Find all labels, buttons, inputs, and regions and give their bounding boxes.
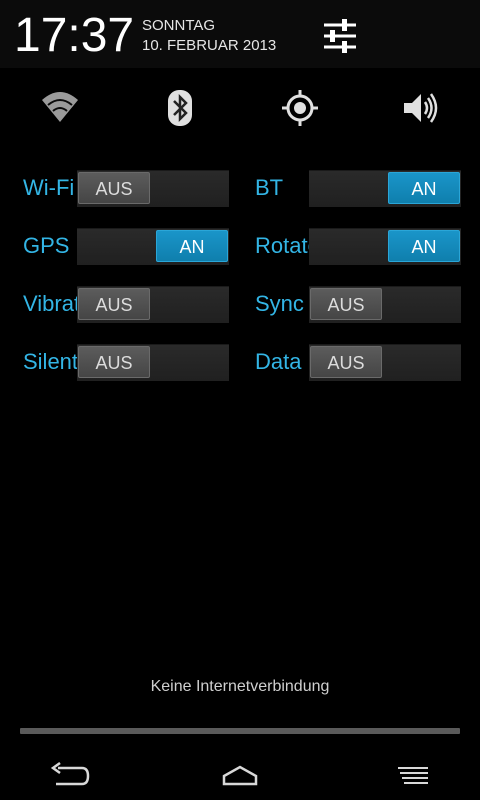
home-button[interactable]: [210, 756, 270, 792]
volume-icon: [404, 93, 438, 123]
gps-quick-button[interactable]: [276, 84, 324, 132]
settings-button[interactable]: [318, 16, 362, 56]
gps-label: GPS: [23, 233, 70, 258]
toggle-row-data: Data AUS: [240, 344, 480, 381]
bluetooth-icon: [168, 90, 192, 126]
toggle-row-rotate: Rotate AN: [240, 228, 480, 265]
bt-switch-thumb: AN: [388, 172, 460, 204]
date-block: SONNTAG 10. FEBRUAR 2013: [142, 16, 276, 56]
toggle-row-wifi: Wi-Fi AUS: [0, 170, 240, 207]
toggle-row-gps: GPS AN: [0, 228, 240, 265]
back-button[interactable]: [38, 756, 98, 792]
wifi-label: Wi-Fi: [23, 175, 75, 200]
quick-icons-row: [0, 84, 480, 132]
clock: 17:37: [14, 9, 135, 62]
silent-switch[interactable]: AUS: [77, 344, 229, 381]
weekday: SONNTAG: [142, 17, 216, 34]
toggle-row-sync: Sync AUS: [240, 286, 480, 323]
rotate-switch[interactable]: AN: [309, 228, 461, 265]
wifi-quick-button[interactable]: [36, 84, 84, 132]
network-status: Keine Internetverbindung: [150, 678, 330, 695]
bluetooth-quick-button[interactable]: [156, 84, 204, 132]
toggle-row-bt: BT AN: [240, 170, 480, 207]
back-icon: [50, 761, 90, 786]
wifi-switch[interactable]: AUS: [77, 170, 229, 207]
vibrate-switch[interactable]: AUS: [77, 286, 229, 323]
wifi-switch-thumb: AUS: [78, 172, 150, 204]
data-switch[interactable]: AUS: [309, 344, 461, 381]
toggle-row-vibrate: Vibrate AUS: [0, 286, 240, 323]
recents-button[interactable]: [382, 756, 442, 792]
navigation-bar: [0, 748, 480, 800]
toggle-row-silent: Silent AUS: [0, 344, 240, 381]
wifi-icon: [42, 92, 78, 122]
rotate-switch-thumb: AN: [388, 230, 460, 262]
gps-switch-thumb: AN: [156, 230, 228, 262]
home-icon: [222, 765, 258, 786]
vibrate-switch-thumb: AUS: [78, 288, 150, 320]
sync-label: Sync: [255, 291, 304, 316]
bt-label: BT: [255, 175, 284, 200]
gps-icon: [282, 90, 318, 126]
sync-switch[interactable]: AUS: [309, 286, 461, 323]
recents-icon: [398, 767, 428, 784]
silent-label: Silent: [23, 349, 79, 374]
volume-quick-button[interactable]: [396, 84, 444, 132]
gps-switch[interactable]: AN: [77, 228, 229, 265]
data-switch-thumb: AUS: [310, 346, 382, 378]
shade-handle[interactable]: [20, 728, 460, 734]
data-label: Data: [255, 349, 302, 374]
sync-switch-thumb: AUS: [310, 288, 382, 320]
date: 10. FEBRUAR 2013: [142, 37, 277, 54]
status-header: 17:37 SONNTAG 10. FEBRUAR 2013: [0, 0, 480, 68]
bt-switch[interactable]: AN: [309, 170, 461, 207]
silent-switch-thumb: AUS: [78, 346, 150, 378]
notification-shade: 17:37 SONNTAG 10. FEBRUAR 2013 Wi-Fi AUS…: [0, 0, 480, 800]
settings-sliders-icon: [324, 19, 356, 53]
